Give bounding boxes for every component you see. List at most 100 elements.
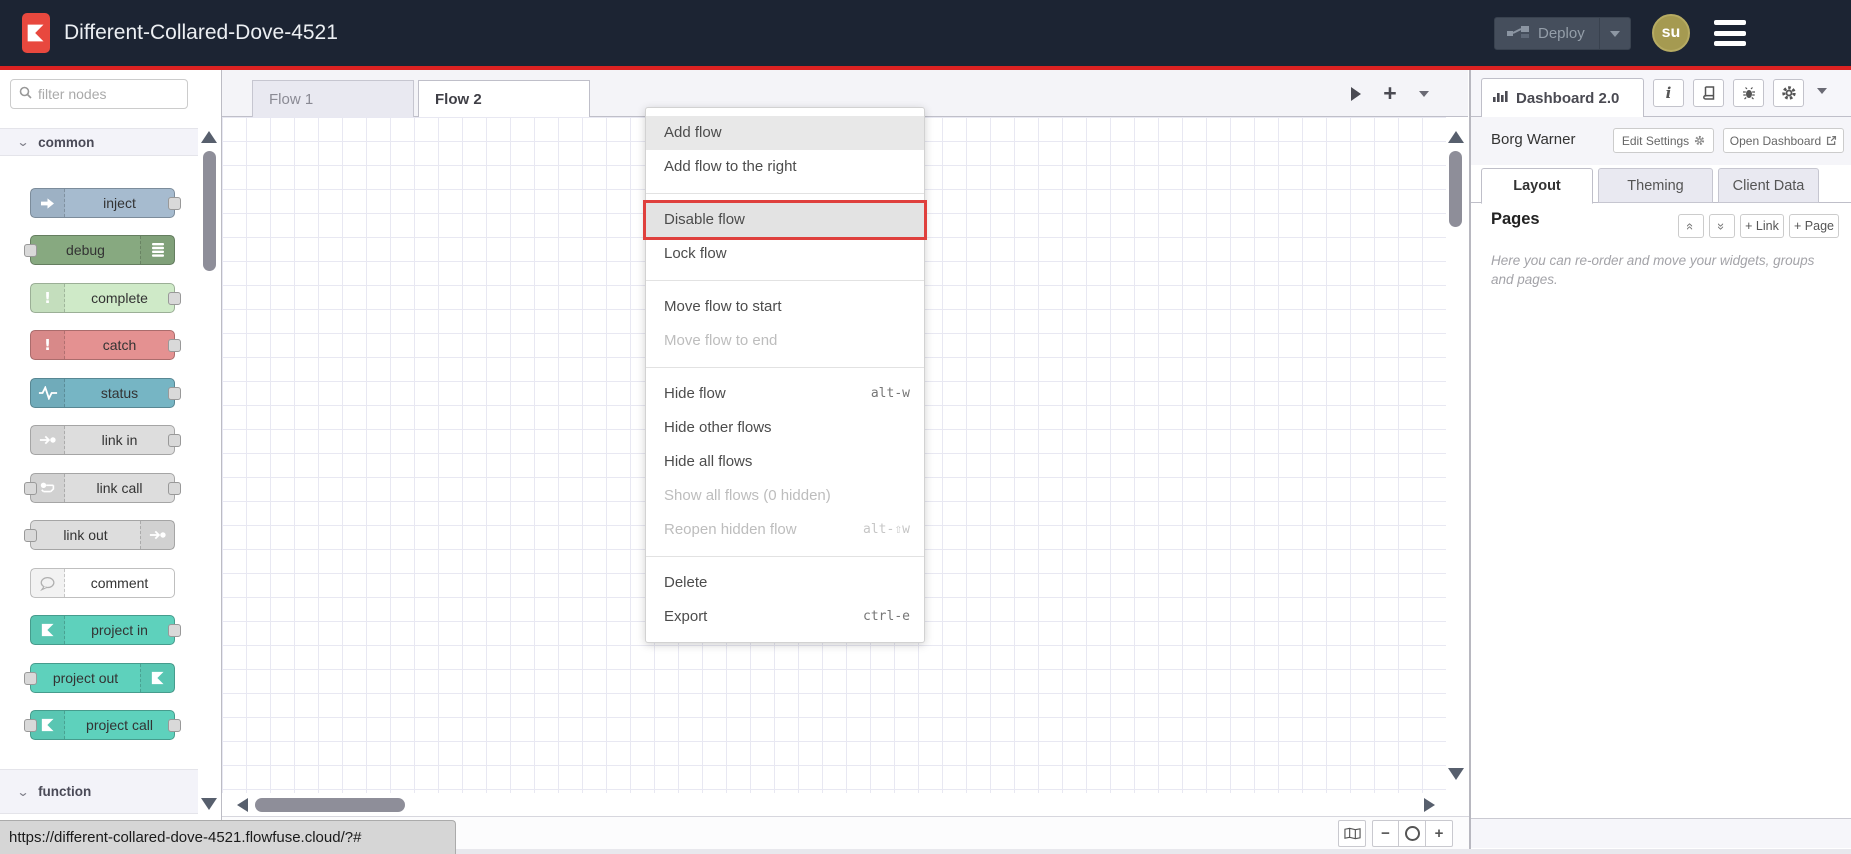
tab-scroll-right-button[interactable]	[1344, 70, 1368, 117]
palette-category-function[interactable]: ⌄ function	[0, 769, 198, 814]
palette-scroll-down-icon[interactable]	[201, 798, 217, 810]
node-palette: filter nodes ⌄ common inject debug ! com…	[0, 70, 222, 854]
add-page-button[interactable]: + Page	[1789, 214, 1839, 238]
menu-item-add-flow[interactable]: Add flow	[646, 116, 924, 150]
instance-name: Borg Warner	[1491, 131, 1576, 148]
menu-item-move-flow-start[interactable]: Move flow to start	[646, 290, 924, 324]
deploy-options-button[interactable]	[1599, 18, 1630, 49]
tab-theming[interactable]: Theming	[1598, 168, 1713, 203]
expand-all-button[interactable]: »	[1709, 214, 1735, 238]
shortcut-label: alt-⇧w	[863, 522, 910, 537]
input-port	[24, 244, 37, 257]
menu-item-reopen-hidden-flow: Reopen hidden flow alt-⇧w	[646, 513, 924, 547]
tab-flow-2[interactable]: Flow 2	[418, 80, 590, 118]
menu-item-show-all-flows: Show all flows (0 hidden)	[664, 487, 831, 504]
add-link-button[interactable]: + Link	[1740, 214, 1784, 238]
canvas-scroll-up-icon[interactable]	[1448, 131, 1464, 143]
zoom-out-button[interactable]: −	[1372, 820, 1399, 847]
menu-item-add-flow-right[interactable]: Add flow to the right	[646, 150, 924, 184]
palette-scroll-up-icon[interactable]	[201, 131, 217, 143]
add-flow-button[interactable]: +	[1377, 70, 1403, 117]
link-in-icon	[31, 426, 65, 454]
menu-item-hide-other-flows[interactable]: Hide other flows	[646, 411, 924, 445]
palette-node-project-in[interactable]: project in	[30, 615, 181, 645]
tab-layout[interactable]: Layout	[1481, 168, 1593, 204]
flow-context-menu: Add flow Add flow to the right Disable f…	[643, 107, 927, 643]
browser-status-url: https://different-collared-dove-4521.flo…	[0, 820, 456, 854]
palette-node-complete[interactable]: ! complete	[30, 283, 181, 313]
sidebar-tabs: Layout Theming Client Data	[1471, 165, 1851, 204]
bug-icon[interactable]	[1733, 79, 1764, 107]
sidebar: Dashboard 2.0 i Borg Warner Edit Setting…	[1469, 70, 1851, 854]
canvas-scroll-right-icon[interactable]	[1424, 798, 1435, 812]
palette-node-link-out[interactable]: link out	[24, 520, 175, 550]
input-port	[24, 529, 37, 542]
project-logo-icon	[31, 616, 65, 644]
minimap-toggle-button[interactable]	[1338, 820, 1366, 847]
shortcut-label: alt-w	[870, 386, 910, 401]
canvas-vscrollbar-thumb[interactable]	[1449, 151, 1462, 227]
input-port	[24, 672, 37, 685]
menu-item-move-flow-end: Move flow to end	[664, 332, 778, 349]
double-chevron-down-icon: »	[1714, 222, 1730, 230]
pages-heading: Pages	[1491, 210, 1540, 228]
sidebar-footer	[1471, 818, 1851, 848]
zoom-in-button[interactable]: +	[1426, 820, 1453, 847]
search-icon	[19, 86, 32, 102]
inject-icon	[31, 189, 65, 217]
output-port	[168, 482, 181, 495]
waveform-icon	[31, 379, 65, 407]
menu-item-disable-flow[interactable]: Disable flow	[643, 200, 927, 240]
palette-category-common[interactable]: ⌄ common	[0, 128, 198, 156]
output-port	[168, 339, 181, 352]
output-port	[168, 197, 181, 210]
palette-node-project-call[interactable]: project call	[24, 710, 181, 740]
comment-bubble-icon	[31, 569, 65, 597]
canvas-scroll-down-icon[interactable]	[1448, 768, 1464, 780]
sidebar-options-icon[interactable]	[1817, 88, 1827, 94]
menu-item-export[interactable]: Export ctrl-e	[646, 600, 924, 634]
palette-scrollbar-thumb[interactable]	[203, 151, 216, 271]
open-dashboard-button[interactable]: Open Dashboard	[1723, 128, 1844, 153]
edit-settings-button[interactable]: Edit Settings	[1613, 128, 1714, 153]
book-icon[interactable]	[1693, 79, 1724, 107]
user-avatar[interactable]: su	[1652, 14, 1690, 52]
output-port	[168, 624, 181, 637]
flow-list-dropdown-icon[interactable]	[1412, 70, 1436, 117]
menu-item-hide-all-flows[interactable]: Hide all flows	[646, 445, 924, 479]
node-red-logo-icon	[22, 13, 50, 53]
palette-node-link-call[interactable]: link call	[24, 473, 181, 503]
canvas-scroll-left-icon[interactable]	[237, 798, 248, 812]
menu-item-delete[interactable]: Delete	[646, 566, 924, 600]
project-logo-icon	[140, 664, 174, 692]
palette-node-link-in[interactable]: link in	[30, 425, 181, 455]
sidebar-tab-dashboard[interactable]: Dashboard 2.0	[1481, 78, 1644, 117]
palette-node-inject[interactable]: inject	[30, 188, 181, 218]
info-icon[interactable]: i	[1653, 79, 1684, 107]
palette-node-comment[interactable]: comment	[30, 568, 175, 598]
deploy-button[interactable]: Deploy	[1494, 17, 1631, 50]
palette-search-input[interactable]: filter nodes	[10, 79, 188, 109]
pages-help-text: Here you can re-order and move your widg…	[1491, 253, 1815, 287]
exclamation-icon: !	[31, 331, 65, 359]
tab-client-data[interactable]: Client Data	[1718, 168, 1819, 203]
palette-node-project-out[interactable]: project out	[24, 663, 175, 693]
output-port	[168, 434, 181, 447]
palette-node-status[interactable]: status	[30, 378, 181, 408]
canvas-hscrollbar-thumb[interactable]	[255, 798, 405, 812]
collapse-all-button[interactable]: «	[1678, 214, 1704, 238]
exclamation-icon: !	[31, 284, 65, 312]
menu-separator	[646, 280, 924, 281]
palette-node-debug[interactable]: debug	[24, 235, 175, 265]
gear-icon	[1695, 135, 1705, 146]
input-port	[24, 482, 37, 495]
tab-flow-1[interactable]: Flow 1	[252, 80, 414, 117]
deploy-label: Deploy	[1538, 25, 1585, 42]
main-menu-icon[interactable]	[1714, 20, 1746, 46]
zoom-reset-button[interactable]	[1399, 820, 1426, 847]
palette-node-catch[interactable]: ! catch	[30, 330, 181, 360]
menu-item-hide-flow[interactable]: Hide flow alt-w	[646, 377, 924, 411]
gear-icon[interactable]	[1773, 79, 1804, 107]
menu-item-lock-flow[interactable]: Lock flow	[646, 237, 924, 271]
output-port	[168, 387, 181, 400]
